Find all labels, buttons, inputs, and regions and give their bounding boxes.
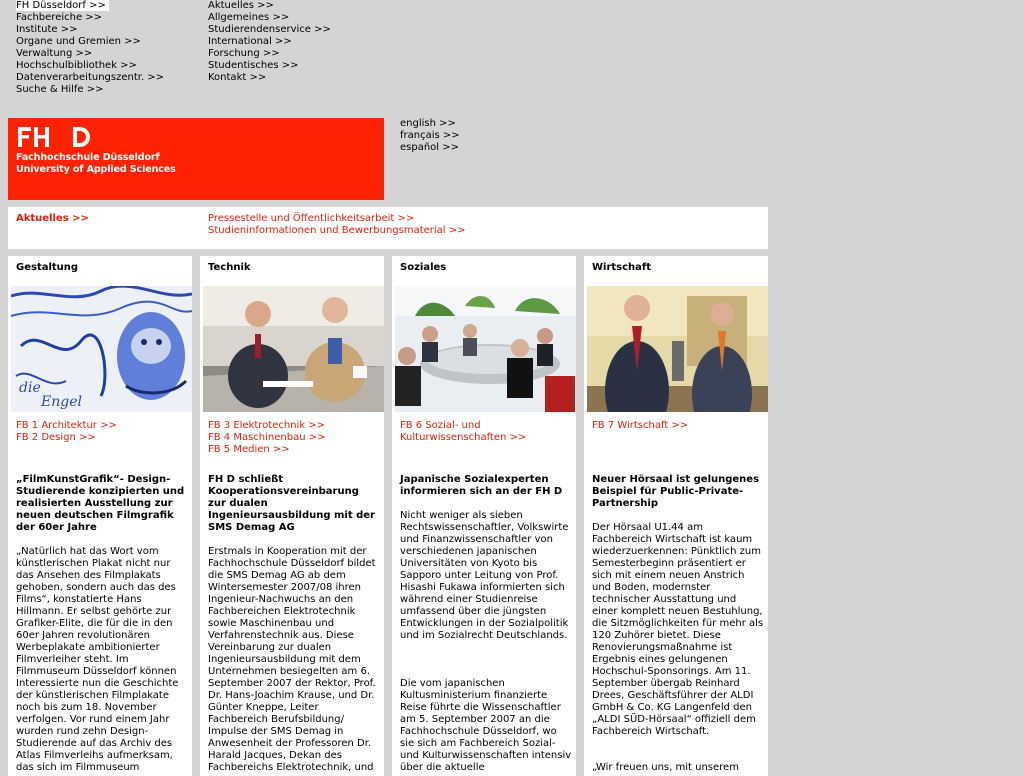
fb7-wirtschaft-link[interactable]: FB 7 Wirtschaft >> <box>592 420 688 431</box>
fhd-logo-mark <box>18 127 90 147</box>
fb3-elektrotechnik-link[interactable]: FB 3 Elektrotechnik >> <box>208 420 325 431</box>
news-body: „Natürlich hat das Wort vom künstlerisch… <box>16 546 179 773</box>
column-title: Technik <box>208 262 251 273</box>
news-headline[interactable]: Neuer Hörsaal ist gelungenes Beispiel fü… <box>592 474 764 510</box>
news-bar: Aktuelles >> Pressestelle und Öffentlich… <box>8 207 768 249</box>
language-links: english >> français >> español >> <box>400 118 460 154</box>
column-title: Soziales <box>400 262 447 273</box>
main-nav-right: Aktuelles >> Allgemeines >> Studierenden… <box>208 0 331 84</box>
column-title: Wirtschaft <box>592 262 652 273</box>
column-gestaltung: Gestaltung die Engel FB 1 Architektur >>… <box>8 256 192 776</box>
news-body: Der Hörsaal U1.44 am Fachbereich Wirtsch… <box>592 522 764 737</box>
news-body-2: „Wir freuen uns, mit unserem <box>592 762 739 773</box>
studieninformationen-link[interactable]: Studieninformationen und Bewerbungsmater… <box>208 225 466 236</box>
nav-link-dvz[interactable]: Datenverarbeitungszentr. >> <box>16 72 164 83</box>
column-wirtschaft: Wirtschaft FB 7 Wirtschaft >> Neuer Hörs… <box>584 256 768 776</box>
news-headline[interactable]: Japanische Sozialexperten informieren si… <box>400 474 572 498</box>
logo-line-1: Fachhochschule Düsseldorf <box>16 152 160 163</box>
aktuelles-link[interactable]: Aktuelles >> <box>16 213 89 224</box>
nav-link-institute[interactable]: Institute >> <box>16 24 77 35</box>
main-nav-left: FH Düsseldorf >> Fachbereiche >> Institu… <box>16 0 164 96</box>
news-body-2: Die vom japanischen Kultusministerium fi… <box>400 678 572 773</box>
nav-link-organe[interactable]: Organe und Gremien >> <box>16 36 141 47</box>
column-technik: Technik FB 3 Elektrotechnik >> FB 4 Masc… <box>200 256 384 776</box>
poster-art-image[interactable]: die Engel <box>11 286 192 412</box>
nav-link-suche[interactable]: Suche & Hilfe >> <box>16 84 104 95</box>
nav-link-aktuelles[interactable]: Aktuelles >> <box>208 0 274 11</box>
nav-link-verwaltung[interactable]: Verwaltung >> <box>16 48 92 59</box>
fb6-sozial-link-1[interactable]: FB 6 Sozial- und <box>400 420 481 431</box>
nav-link-fachbereiche[interactable]: Fachbereiche >> <box>16 12 102 23</box>
nav-link-fh-duesseldorf[interactable]: FH Düsseldorf >> <box>16 0 109 11</box>
fhd-logo[interactable]: Fachhochschule Düsseldorf University of … <box>8 118 384 200</box>
logo-line-2: University of Applied Sciences <box>16 164 176 175</box>
nav-link-forschung[interactable]: Forschung >> <box>208 48 280 59</box>
meeting-photo-image[interactable] <box>395 286 576 412</box>
svg-text:Engel: Engel <box>40 394 82 410</box>
nav-link-kontakt[interactable]: Kontakt >> <box>208 72 266 83</box>
column-title: Gestaltung <box>16 262 79 273</box>
fb6-sozial-link-2[interactable]: Kulturwissenschaften >> <box>400 432 526 443</box>
news-headline[interactable]: FH D schließt Kooperationsvereinbarung z… <box>208 474 380 534</box>
news-body: Nicht weniger als sieben Rechtswissensch… <box>400 510 569 641</box>
pressestelle-link[interactable]: Pressestelle und Öffentlichkeitsarbeit >… <box>208 213 414 224</box>
fb5-medien-link[interactable]: FB 5 Medien >> <box>208 444 290 455</box>
svg-text:die: die <box>19 380 41 396</box>
lang-link-francais[interactable]: français >> <box>400 130 460 141</box>
nav-link-international[interactable]: International >> <box>208 36 292 47</box>
news-headline[interactable]: „FilmKunstGrafik“- Design-Studierende ko… <box>16 474 188 534</box>
nav-link-studentisches[interactable]: Studentisches >> <box>208 60 299 71</box>
fb2-design-link[interactable]: FB 2 Design >> <box>16 432 96 443</box>
lang-link-english[interactable]: english >> <box>400 118 456 129</box>
nav-link-bibliothek[interactable]: Hochschulbibliothek >> <box>16 60 137 71</box>
lecture-hall-photo-image[interactable] <box>587 286 768 412</box>
lang-link-espanol[interactable]: español >> <box>400 142 459 153</box>
column-soziales: Soziales FB 6 Sozial- und Kulturwissensc… <box>392 256 576 776</box>
fb1-architektur-link[interactable]: FB 1 Architektur >> <box>16 420 117 431</box>
news-body: Erstmals in Kooperation mit der Fachhoch… <box>208 546 376 773</box>
fb4-maschinenbau-link[interactable]: FB 4 Maschinenbau >> <box>208 432 326 443</box>
nav-link-studierendenservice[interactable]: Studierendenservice >> <box>208 24 331 35</box>
signing-photo-image[interactable] <box>203 286 384 412</box>
nav-link-allgemeines[interactable]: Allgemeines >> <box>208 12 289 23</box>
